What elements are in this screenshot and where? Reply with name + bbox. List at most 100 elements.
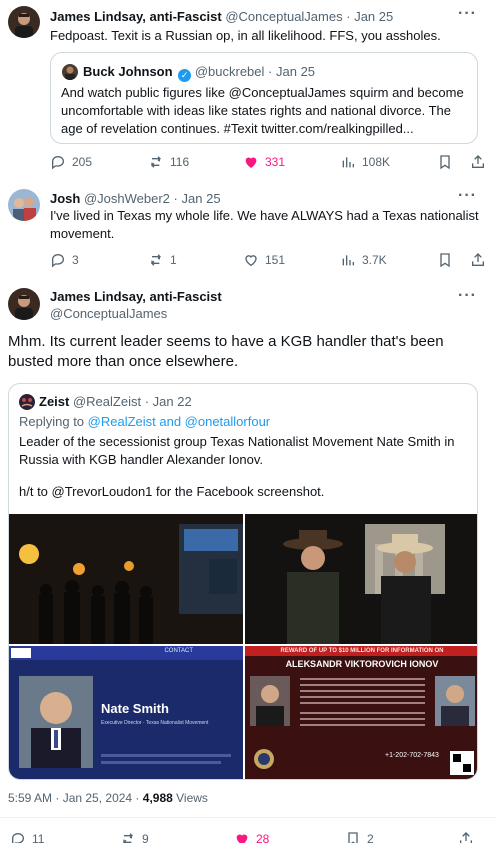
photo-nate-smith-profile[interactable]: CONTACT Nate Smith Executive Director · … [9,646,243,779]
like-button[interactable]: 28 [234,829,269,843]
reward-banner: REWARD OF UP TO $10 MILLION FOR INFORMAT… [245,646,477,656]
tweet-header: James Lindsay, anti-Fascist @ConceptualJ… [50,9,394,24]
reply-icon [52,253,65,268]
avatar [62,64,78,80]
tweet-text: I've lived in Texas my whole life. We ha… [50,208,479,241]
profile-name: Nate Smith [101,701,169,716]
photo-rally-night[interactable] [9,514,243,644]
author-name[interactable]: James Lindsay, anti-Fascist [50,9,222,24]
more-options-icon[interactable]: ··· [458,287,477,305]
reply-button[interactable]: 205 [50,152,92,172]
tweet-text: Mhm. Its current leader seems to have a … [8,333,444,370]
author-handle[interactable]: @ConceptualJames [225,9,342,24]
replying-to-handles[interactable]: @RealZeist and @onetallorfour [88,414,270,429]
share-icon [472,155,484,168]
repost-count: 9 [142,832,149,843]
quote-header: Buck Johnson ✓ @buckrebel · Jan 25 [83,64,316,82]
views-button[interactable]: 108K [340,152,390,172]
quote-author-handle: @RealZeist [72,394,142,409]
repost-icon [151,156,161,168]
bookmark-count: 2 [367,832,374,843]
quoted-tweet[interactable]: Zeist @RealZeist · Jan 22 Replying to @R… [8,383,478,780]
quote-author-name: Zeist [39,394,70,409]
share-button[interactable] [470,152,492,172]
repost-icon [151,254,161,266]
mention-link[interactable]: @TrevorLoudon1 [52,484,153,499]
reply-count: 11 [32,832,45,843]
quote-text-line1: Leader of the secessionist group Texas N… [19,434,455,467]
repost-button[interactable]: 116 [148,152,189,172]
like-button[interactable]: 331 [243,152,285,172]
like-count: 28 [256,832,270,843]
reward-phone: +1-202-702-7843 [385,752,439,759]
quoted-tweet[interactable]: Buck Johnson ✓ @buckrebel · Jan 25 And w… [50,52,478,144]
main-tweet: James Lindsay, anti-Fascist @ConceptualJ… [0,276,497,843]
heart-filled-icon [245,157,257,168]
repost-count: 1 [170,253,177,267]
post-metadata: 5:59 AM · Jan 25, 2024 · 4,988 Views [8,791,208,805]
view-count: 3.7K [362,253,387,267]
reply-icon [12,832,25,843]
view-count: 108K [362,155,391,169]
avatar[interactable] [8,6,40,38]
quote-text: And watch public figures like @Conceptua… [61,85,464,136]
verified-badge-icon: ✓ [178,69,192,82]
reply-icon [52,155,65,170]
tweet-conceptualjames-1[interactable]: James Lindsay, anti-Fascist @ConceptualJ… [0,0,497,180]
tweet-header: Josh @JoshWeber2 · Jan 25 [50,191,221,206]
profile-header-label: CONTACT [164,648,193,654]
repost-icon [123,833,133,843]
repost-button[interactable]: 9 [120,829,149,843]
reply-count: 205 [72,155,93,169]
quote-header: Zeist @RealZeist · Jan 22 [39,394,192,409]
author-handle[interactable]: @JoshWeber2 [84,191,170,206]
action-bar: 3 1 151 3.7K [50,250,484,270]
bookmark-icon [440,253,450,268]
heart-filled-icon [236,834,248,843]
like-count: 151 [265,253,286,267]
bookmark-button[interactable] [437,152,459,172]
like-button[interactable]: 151 [243,250,285,270]
more-options-icon[interactable]: ··· [458,187,477,205]
bookmark-icon [348,832,358,843]
share-icon [472,253,484,266]
avatar[interactable] [8,288,40,320]
photo-two-men-cowboy-hats[interactable] [245,514,477,644]
photo-reward-poster-ionov[interactable]: REWARD OF UP TO $10 MILLION FOR INFORMAT… [245,646,477,779]
views-button[interactable]: 3.7K [340,250,387,270]
post-timestamp[interactable]: 5:59 AM · Jan 25, 2024 [8,791,132,805]
tweet-text: Fedpoast. Texit is a Russian op, in all … [50,28,441,43]
reply-button[interactable]: 11 [10,829,44,843]
profile-role: Executive Director · Texas Nationalist M… [101,720,209,726]
repost-count: 116 [170,155,190,169]
share-button[interactable] [470,250,492,270]
quote-author-handle: @buckrebel [194,64,265,79]
tweet-date[interactable]: Jan 25 [182,191,221,206]
author-handle[interactable]: @ConceptualJames [50,306,167,321]
replying-to: Replying to @RealZeist and @onetallorfou… [19,414,271,429]
author-name[interactable]: Josh [50,191,80,206]
tweet-date[interactable]: Jan 25 [354,9,393,24]
views-count: 4,988 [142,791,173,805]
reply-count: 3 [72,253,79,267]
bookmark-button[interactable]: 2 [345,829,374,843]
quote-author-name: Buck Johnson [83,64,173,79]
repost-button[interactable]: 1 [148,250,177,270]
more-options-icon[interactable]: ··· [458,5,477,23]
views-chart-icon [342,255,354,266]
quote-date: Jan 25 [276,64,316,79]
views-chart-icon [342,157,354,168]
action-bar: 205 116 331 108K [50,152,484,172]
heart-icon [245,255,257,267]
quote-text-line2: h/t to @TrevorLoudon1 for the Facebook s… [19,484,325,499]
reward-name: ALEKSANDR VIKTOROVICH IONOV [285,659,439,669]
bookmark-button[interactable] [437,250,459,270]
tweet-joshweber2[interactable]: Josh @JoshWeber2 · Jan 25 ··· I've lived… [0,180,497,276]
author-name[interactable]: James Lindsay, anti-Fascist [50,289,222,304]
share-icon [460,832,472,843]
reply-button[interactable]: 3 [50,250,79,270]
action-bar: 11 9 28 2 [10,829,480,843]
avatar[interactable] [8,189,40,221]
quote-date: Jan 22 [152,394,192,409]
share-button[interactable] [458,829,480,843]
